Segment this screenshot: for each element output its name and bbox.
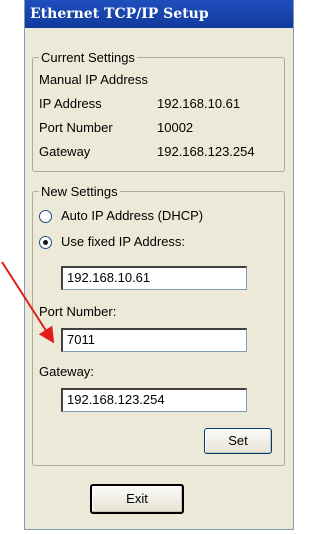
current-gateway-label: Gateway bbox=[39, 144, 91, 159]
new-settings-group: New Settings bbox=[32, 184, 285, 466]
auto-ip-label[interactable]: Auto IP Address (DHCP) bbox=[61, 208, 203, 223]
gateway-input[interactable]: 192.168.123.254 bbox=[61, 388, 247, 412]
current-ip-label: IP Address bbox=[39, 96, 102, 111]
ethernet-setup-dialog: Ethernet TCP/IP Setup Current Settings M… bbox=[24, 0, 294, 530]
current-settings-legend: Current Settings bbox=[41, 50, 135, 65]
dialog-title: Ethernet TCP/IP Setup bbox=[25, 0, 293, 28]
new-settings-legend: New Settings bbox=[41, 184, 118, 199]
exit-button[interactable]: Exit bbox=[90, 484, 184, 514]
port-number-input[interactable]: 7011 bbox=[61, 328, 247, 352]
radio-selected-dot bbox=[43, 240, 48, 245]
set-button-label: Set bbox=[228, 433, 248, 448]
exit-button-label: Exit bbox=[126, 491, 148, 506]
current-ip-value: 192.168.10.61 bbox=[157, 96, 241, 111]
current-mode-text: Manual IP Address bbox=[39, 72, 148, 87]
auto-ip-radio[interactable] bbox=[39, 210, 52, 223]
port-number-label: Port Number: bbox=[39, 304, 117, 319]
set-button[interactable]: Set bbox=[204, 428, 272, 454]
gateway-label: Gateway: bbox=[39, 364, 94, 379]
current-port-label: Port Number bbox=[39, 120, 113, 135]
current-gateway-value: 192.168.123.254 bbox=[157, 144, 255, 159]
ip-address-input[interactable]: 192.168.10.61 bbox=[61, 266, 247, 290]
fixed-ip-label[interactable]: Use fixed IP Address: bbox=[61, 234, 185, 249]
fixed-ip-radio[interactable] bbox=[39, 236, 52, 249]
current-port-value: 10002 bbox=[157, 120, 194, 135]
